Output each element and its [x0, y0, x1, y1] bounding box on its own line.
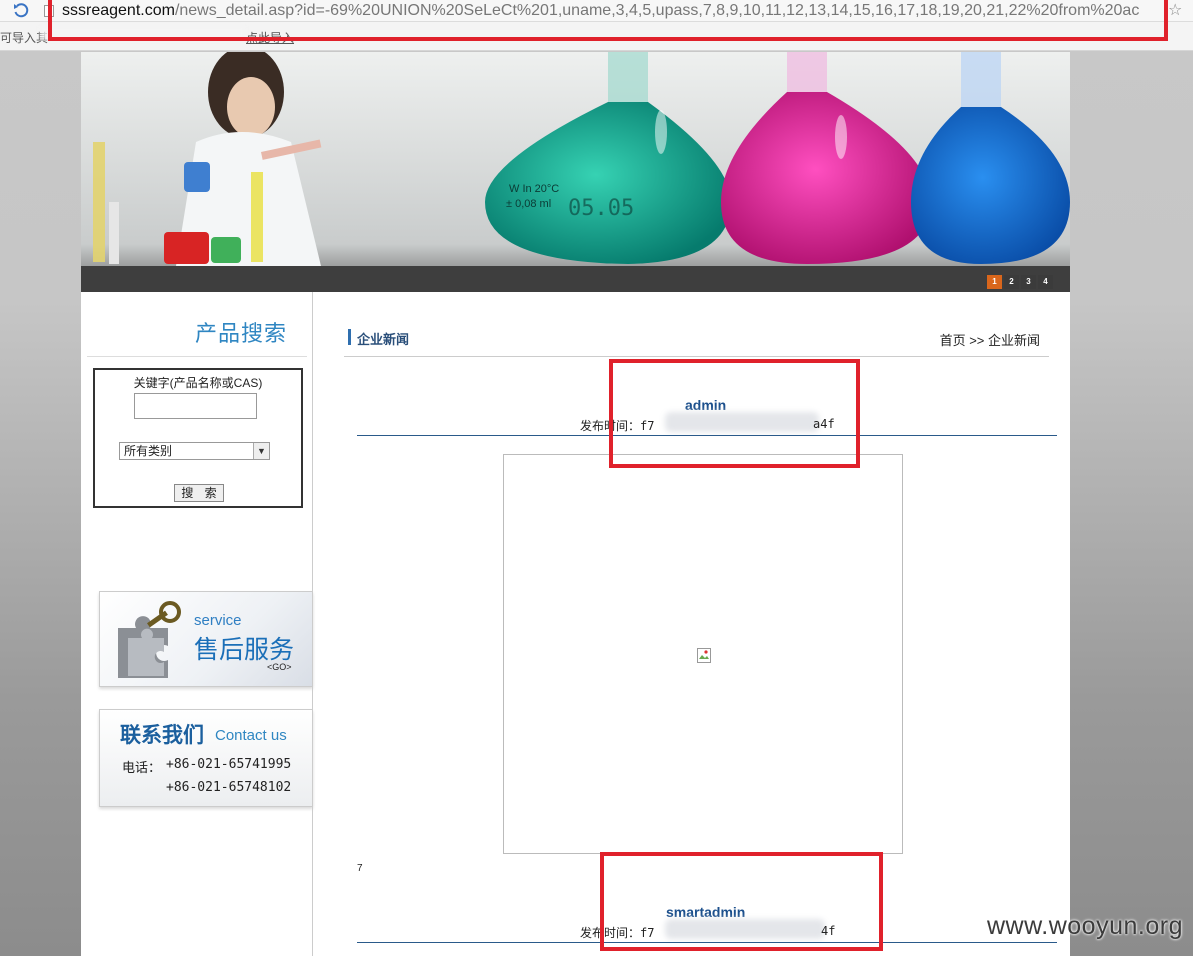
- broken-image-icon: [697, 648, 711, 663]
- flask-label-3: 05.05: [568, 196, 634, 221]
- tel-label: 电话：: [122, 760, 162, 775]
- tel-number-1: +86-021-65741995: [166, 757, 292, 772]
- keyword-label: 关键字(产品名称或CAS): [133, 376, 263, 390]
- slide-dot-4[interactable]: 4: [1038, 275, 1053, 289]
- breadcrumb[interactable]: 首页 >> 企业新闻: [940, 330, 1040, 349]
- search-button[interactable]: 搜 索: [174, 484, 224, 502]
- puzzle-key-icon: [118, 601, 181, 678]
- reload-icon[interactable]: [12, 2, 30, 20]
- highlight-box-admin: [609, 359, 860, 468]
- contact-en-title: Contact us: [215, 727, 287, 744]
- keyword-input[interactable]: [134, 393, 257, 419]
- category-selected: 所有类别: [124, 444, 173, 458]
- section-divider: [344, 356, 1049, 357]
- post-number: 7: [357, 863, 363, 874]
- site-container: W In 20°C ± 0,08 ml 05.05 1 2 3 4 产品搜索 关…: [81, 52, 1070, 956]
- slide-dot-3[interactable]: 3: [1021, 275, 1036, 289]
- tel-number-2: +86-021-65748102: [166, 780, 292, 795]
- highlight-box-smartadmin: [600, 852, 883, 951]
- category-select[interactable]: 所有类别 ▼: [119, 442, 270, 460]
- star-icon[interactable]: ☆: [1168, 2, 1182, 20]
- after-sales-service-banner[interactable]: service 售后服务 <GO>: [99, 591, 313, 687]
- sidebar: 产品搜索 关键字(产品名称或CAS) 所有类别 ▼ 搜 索 service 售后…: [81, 292, 313, 956]
- slide-dot-2[interactable]: 2: [1004, 275, 1019, 289]
- slide-dots: 1 2 3 4: [987, 275, 1053, 289]
- flask-label-1: W In 20°C: [509, 183, 559, 195]
- service-zh-label: 售后服务: [194, 635, 295, 664]
- flask-label-2: ± 0,08 ml: [506, 198, 551, 210]
- chevron-down-icon: ▼: [253, 443, 269, 459]
- product-search-form: 关键字(产品名称或CAS) 所有类别 ▼ 搜 索: [93, 368, 303, 508]
- product-search-title: 产品搜索: [194, 322, 287, 347]
- watermark: www.wooyun.org: [987, 912, 1183, 940]
- highlight-box-url: [48, 0, 1168, 41]
- banner: W In 20°C ± 0,08 ml 05.05 1 2 3 4: [81, 52, 1070, 292]
- divider: [87, 356, 307, 357]
- slide-dot-1[interactable]: 1: [987, 275, 1002, 289]
- post-image-frame: [503, 454, 903, 854]
- service-en-label: service: [194, 612, 242, 629]
- service-go-label: <GO>: [267, 662, 292, 672]
- banner-image: W In 20°C ± 0,08 ml 05.05: [81, 52, 1070, 292]
- contact-us-panel: 联系我们 Contact us 电话： +86-021-65741995 +86…: [99, 709, 313, 807]
- section-title: 企业新闻: [357, 332, 410, 347]
- section-marker: [348, 329, 351, 345]
- contact-zh-title: 联系我们: [120, 723, 204, 747]
